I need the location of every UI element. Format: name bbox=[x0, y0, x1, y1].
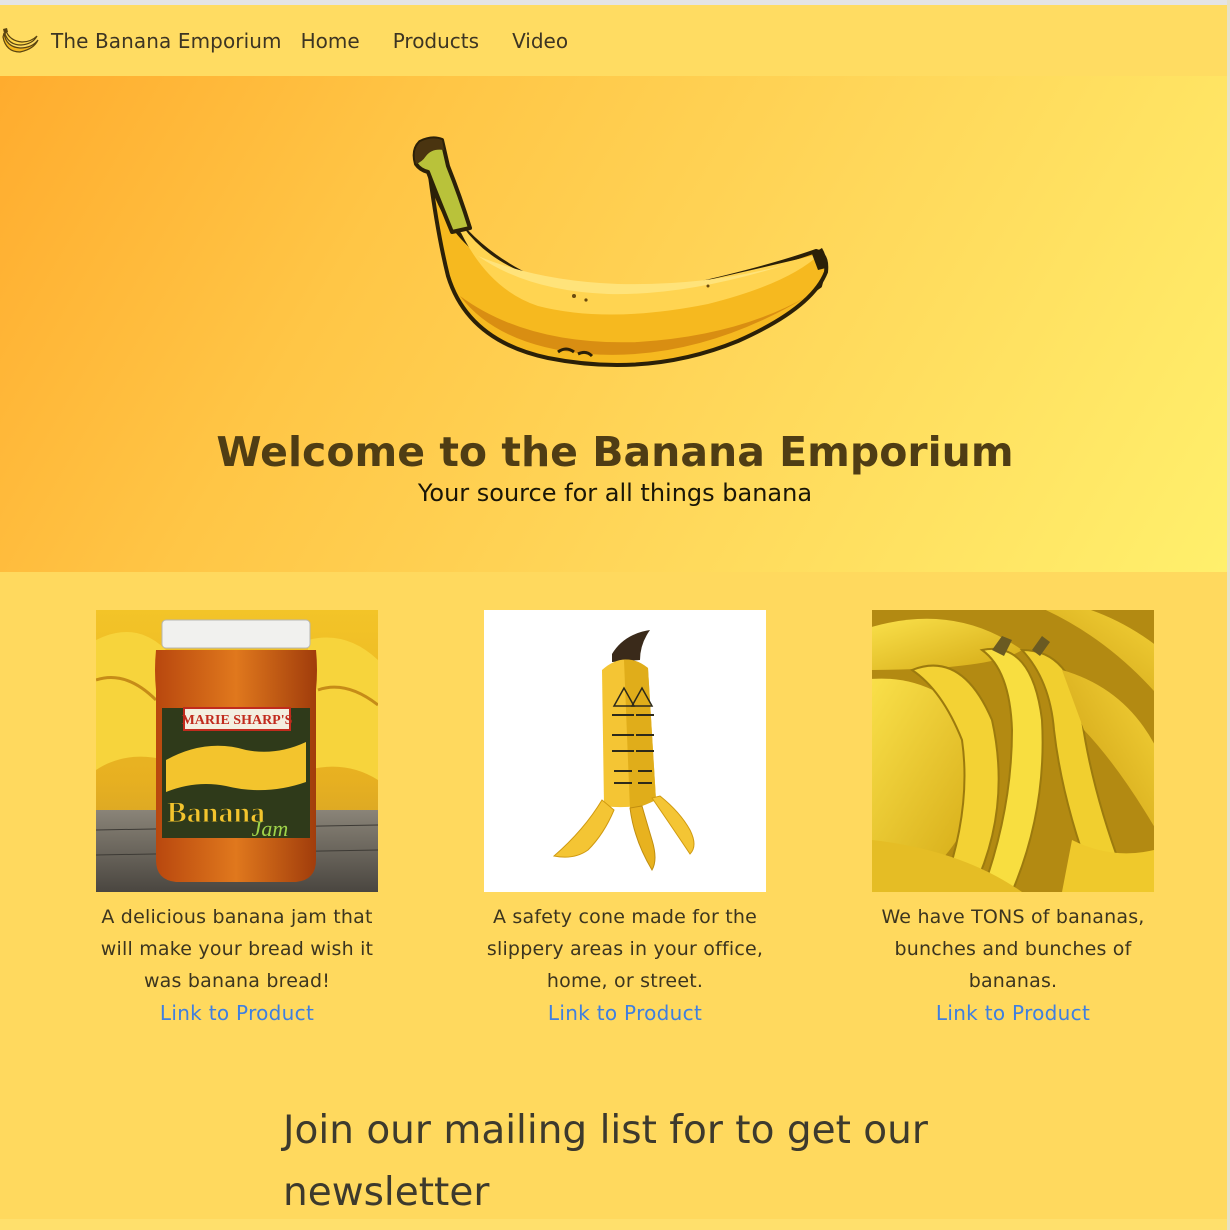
page-subtitle: Your source for all things banana bbox=[417, 479, 813, 507]
product-link-jam[interactable]: Link to Product bbox=[160, 997, 314, 1029]
banana-bunches-icon bbox=[872, 610, 1154, 892]
nav-link-video[interactable]: Video bbox=[512, 29, 568, 53]
product-card-jam: MARIE SHARP'S Banana Jam A delicious ban… bbox=[87, 610, 387, 1029]
banana-jam-jar-icon: MARIE SHARP'S Banana Jam bbox=[96, 610, 378, 892]
banana-logo-icon bbox=[2, 27, 39, 53]
jar-product-label: Banana bbox=[167, 796, 265, 829]
nav-links: Home Products Video bbox=[301, 29, 601, 53]
nav-link-products[interactable]: Products bbox=[393, 29, 479, 53]
banana-hero-icon bbox=[412, 136, 829, 367]
nav-link-home[interactable]: Home bbox=[301, 29, 360, 53]
product-link-cone[interactable]: Link to Product bbox=[548, 997, 702, 1029]
navbar: The Banana Emporium Home Products Video bbox=[0, 5, 1230, 76]
product-description-cone: A safety cone made for the slippery area… bbox=[486, 906, 764, 992]
product-card-cone: A safety cone made for the slippery area… bbox=[475, 610, 775, 1029]
page-title: Welcome to the Banana Emporium bbox=[216, 428, 1014, 476]
product-description-jam: A delicious banana jam that will make yo… bbox=[100, 906, 374, 992]
jar-product-label-2: Jam bbox=[252, 816, 289, 841]
brand[interactable]: The Banana Emporium bbox=[0, 5, 282, 76]
hero-section: Welcome to the Banana Emporium Your sour… bbox=[0, 76, 1230, 572]
banana-safety-cone-icon bbox=[484, 610, 766, 892]
product-card-bananas: We have TONS of bananas, bunches and bun… bbox=[863, 610, 1163, 1029]
brand-name: The Banana Emporium bbox=[51, 28, 282, 53]
product-description-bananas: We have TONS of bananas, bunches and bun… bbox=[881, 906, 1145, 992]
newsletter-heading: Join our mailing list for to get our new… bbox=[283, 1108, 928, 1215]
product-link-bananas[interactable]: Link to Product bbox=[936, 997, 1090, 1029]
page-bottom-strip bbox=[0, 1219, 1230, 1230]
jar-brand-label: MARIE SHARP'S bbox=[182, 713, 293, 728]
